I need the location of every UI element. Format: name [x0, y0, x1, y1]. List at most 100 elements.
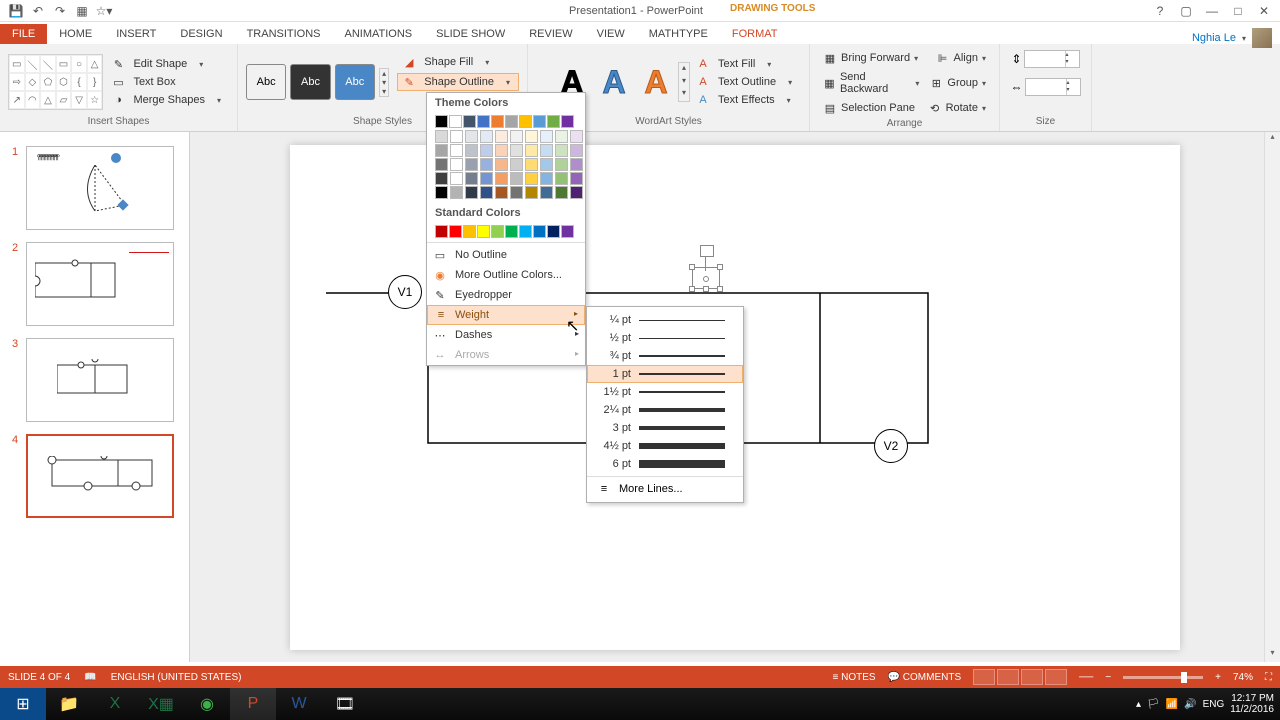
rotate-button[interactable]: ⟲Rotate▾: [923, 98, 991, 118]
color-swatch[interactable]: [555, 144, 568, 157]
color-swatch[interactable]: [570, 144, 583, 157]
slide-thumb-4[interactable]: [26, 434, 174, 518]
color-swatch[interactable]: [561, 225, 574, 238]
comments-button[interactable]: 💬 COMMENTS: [888, 672, 962, 683]
spellcheck-icon[interactable]: 📖: [84, 672, 96, 683]
weight-option[interactable]: 1½ pt: [587, 383, 743, 401]
height-input[interactable]: ▴▾: [1024, 50, 1080, 68]
width-input[interactable]: ▴▾: [1025, 78, 1081, 96]
text-outline-button[interactable]: AText Outline▾: [692, 74, 800, 90]
view-sorter-icon[interactable]: [997, 669, 1019, 685]
color-swatch[interactable]: [540, 186, 553, 199]
color-swatch[interactable]: [510, 172, 523, 185]
text-box-button[interactable]: ▭Text Box: [107, 74, 229, 90]
qat-more-icon[interactable]: ▦: [74, 3, 90, 19]
weight-option[interactable]: ¼ pt: [587, 311, 743, 329]
view-normal-icon[interactable]: [973, 669, 995, 685]
excel-icon[interactable]: X: [92, 688, 138, 720]
color-swatch[interactable]: [435, 130, 448, 143]
zoom-out-icon[interactable]: −: [1105, 672, 1111, 683]
color-swatch[interactable]: [570, 186, 583, 199]
color-swatch[interactable]: [555, 172, 568, 185]
color-swatch[interactable]: [510, 186, 523, 199]
color-swatch[interactable]: [540, 158, 553, 171]
color-swatch[interactable]: [570, 130, 583, 143]
tab-animations[interactable]: ANIMATIONS: [333, 24, 425, 44]
vertical-scrollbar[interactable]: ▴ ▾: [1264, 132, 1280, 662]
node-v1[interactable]: V1: [388, 275, 422, 309]
color-swatch[interactable]: [547, 115, 560, 128]
color-swatch[interactable]: [480, 172, 493, 185]
color-swatch[interactable]: [435, 144, 448, 157]
color-swatch[interactable]: [491, 225, 504, 238]
color-swatch[interactable]: [491, 115, 504, 128]
tab-insert[interactable]: INSERT: [104, 24, 168, 44]
color-swatch[interactable]: [463, 115, 476, 128]
tab-mathtype[interactable]: MathType: [637, 24, 720, 44]
color-swatch[interactable]: [540, 144, 553, 157]
wordart-style-2[interactable]: A: [594, 62, 634, 102]
shape-outline-button[interactable]: ✎Shape Outline▾: [397, 73, 519, 91]
color-swatch[interactable]: [570, 158, 583, 171]
color-swatch[interactable]: [510, 144, 523, 157]
tab-review[interactable]: REVIEW: [517, 24, 584, 44]
color-swatch[interactable]: [561, 115, 574, 128]
view-reading-icon[interactable]: [1021, 669, 1043, 685]
minimize-icon[interactable]: —: [1204, 3, 1220, 19]
color-swatch[interactable]: [450, 130, 463, 143]
zoom-in-icon[interactable]: +: [1215, 672, 1221, 683]
tab-format[interactable]: FORMAT: [720, 24, 790, 44]
color-swatch[interactable]: [495, 144, 508, 157]
color-swatch[interactable]: [495, 130, 508, 143]
color-swatch[interactable]: [465, 186, 478, 199]
color-swatch[interactable]: [450, 158, 463, 171]
text-fill-button[interactable]: AText Fill▾: [692, 56, 800, 72]
color-swatch[interactable]: [435, 115, 448, 128]
slide-thumb-1[interactable]: ⫯⫯⫯⫯⫯⫯⫯⫯⫯⫯⫯⫯⫯⫯: [26, 146, 174, 230]
tray-clock[interactable]: 12:17 PM11/2/2016: [1230, 693, 1274, 715]
tray-flag-icon[interactable]: 🏳: [1147, 699, 1160, 710]
weight-option[interactable]: 2¼ pt: [587, 401, 743, 419]
color-swatch[interactable]: [449, 225, 462, 238]
color-swatch[interactable]: [435, 186, 448, 199]
status-lang[interactable]: ENGLISH (UNITED STATES): [111, 672, 242, 683]
color-swatch[interactable]: [525, 186, 538, 199]
color-swatch[interactable]: [477, 225, 490, 238]
color-swatch[interactable]: [495, 172, 508, 185]
color-swatch[interactable]: [525, 130, 538, 143]
weight-option[interactable]: ¾ pt: [587, 347, 743, 365]
color-swatch[interactable]: [547, 225, 560, 238]
color-swatch[interactable]: [533, 115, 546, 128]
color-swatch[interactable]: [477, 115, 490, 128]
color-swatch[interactable]: [540, 130, 553, 143]
more-colors-item[interactable]: ◉More Outline Colors...: [427, 265, 585, 285]
color-swatch[interactable]: [480, 144, 493, 157]
zoom-level[interactable]: 74%: [1233, 672, 1253, 683]
tray-lang[interactable]: ENG: [1203, 699, 1225, 710]
tab-slideshow[interactable]: SLIDE SHOW: [424, 24, 517, 44]
word-icon[interactable]: W: [276, 688, 322, 720]
color-swatch[interactable]: [555, 130, 568, 143]
weight-option[interactable]: 1 pt: [587, 365, 743, 383]
powerpoint-icon[interactable]: P: [230, 688, 276, 720]
tab-home[interactable]: HOME: [47, 24, 104, 44]
help-icon[interactable]: ?: [1152, 3, 1168, 19]
color-swatch[interactable]: [435, 225, 448, 238]
slide-thumb-2[interactable]: ▬▬▬▬▬▬▬▬▬▬▬▬▬▬▬▬▬▬▬▬▬▬▬▬▬▬▬▬▬▬▬▬▬▬▬▬▬▬▬▬…: [26, 242, 174, 326]
color-swatch[interactable]: [540, 172, 553, 185]
notes-button[interactable]: ≡ NOTES: [832, 672, 875, 683]
redo-icon[interactable]: ↷: [52, 3, 68, 19]
thumbnail-pane[interactable]: 1 ⫯⫯⫯⫯⫯⫯⫯⫯⫯⫯⫯⫯⫯⫯ 2 ▬▬▬▬▬▬▬▬▬▬▬▬▬▬▬▬▬▬▬▬▬…: [0, 132, 190, 662]
color-swatch[interactable]: [480, 186, 493, 199]
shape-style-2[interactable]: Abc: [290, 64, 330, 100]
tray-volume-icon[interactable]: 🔊: [1184, 699, 1196, 710]
fit-icon[interactable]: ⛶: [1265, 672, 1272, 683]
shape-style-1[interactable]: Abc: [246, 64, 286, 100]
explorer-icon[interactable]: 📁: [46, 688, 92, 720]
save-icon[interactable]: 💾: [8, 3, 24, 19]
color-swatch[interactable]: [465, 158, 478, 171]
group-button[interactable]: ⊞Group▾: [924, 68, 991, 98]
color-swatch[interactable]: [435, 158, 448, 171]
color-swatch[interactable]: [465, 172, 478, 185]
text-effects-button[interactable]: AText Effects▾: [692, 92, 800, 108]
